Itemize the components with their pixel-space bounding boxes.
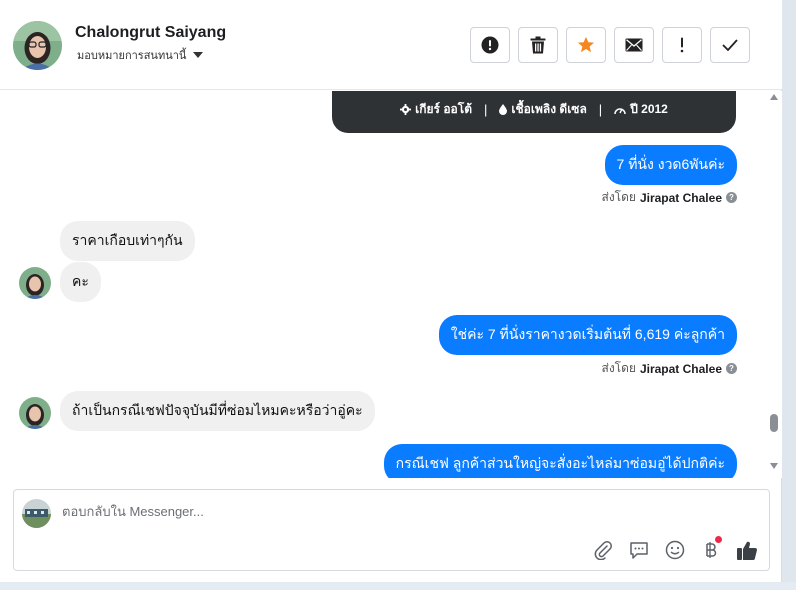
message-incoming[interactable]: ถ้าเป็นกรณีเชฟปัจจุบันมีที่ซ่อมไหมคะหรือ…	[60, 391, 375, 431]
payment-button[interactable]	[698, 536, 723, 562]
messenger-panel: Chalongrut Saiyang มอบหมายการสนทนานี้ เก…	[0, 0, 782, 590]
important-button[interactable]	[662, 27, 702, 63]
reply-input[interactable]	[62, 504, 662, 519]
saved-replies-button[interactable]	[626, 538, 651, 562]
fuel-drop-icon	[499, 104, 508, 115]
reply-composer	[13, 489, 770, 571]
assign-label: มอบหมายการสนทนานี้	[77, 50, 187, 62]
email-button[interactable]	[614, 27, 654, 63]
gear-icon	[400, 104, 412, 115]
contact-avatar-small[interactable]	[19, 267, 51, 299]
spec-divider: |	[484, 102, 488, 117]
star-button[interactable]	[566, 27, 606, 63]
message-thread[interactable]: เกียร์ ออโต้ | เชื้อเพลิง ดีเซล | ปี 201…	[0, 91, 766, 478]
contact-avatar[interactable]	[13, 21, 62, 70]
message-incoming[interactable]: ราคาเกือบเท่าๆกัน	[60, 221, 195, 261]
message-outgoing[interactable]: 7 ที่นั่ง งวด6พันค่ะ	[604, 145, 737, 185]
smiley-icon	[665, 540, 684, 560]
like-button[interactable]	[734, 538, 759, 562]
paperclip-icon	[594, 541, 612, 560]
exclamation-icon	[680, 37, 684, 53]
page-background	[0, 582, 796, 590]
gear-spec: เกียร์ ออโต้	[400, 100, 472, 119]
chat-bubble-icon	[629, 541, 648, 559]
scroll-down-arrow-icon[interactable]	[770, 463, 778, 469]
scrollbar-thumb[interactable]	[770, 414, 778, 432]
message-incoming[interactable]: คะ	[60, 262, 101, 302]
baht-icon	[705, 542, 716, 558]
scroll-up-arrow-icon[interactable]	[770, 94, 778, 100]
envelope-icon	[625, 38, 643, 52]
thumbs-up-icon	[736, 541, 757, 560]
thread-scrollbar[interactable]	[766, 91, 782, 478]
check-icon	[722, 39, 738, 51]
done-button[interactable]	[710, 27, 750, 63]
page-background	[782, 0, 796, 590]
contact-name[interactable]: Chalongrut Saiyang	[75, 24, 226, 42]
help-icon[interactable]: ?	[726, 363, 737, 374]
notification-dot	[715, 536, 722, 543]
conversation-header: Chalongrut Saiyang มอบหมายการสนทนานี้	[0, 0, 782, 90]
message-outgoing[interactable]: กรณีเชฟ ลูกค้าส่วนใหญ่จะสั่งอะไหล่มาซ่อม…	[383, 444, 737, 478]
fuel-spec: เชื้อเพลิง ดีเซล	[499, 100, 587, 119]
speedometer-icon	[614, 107, 626, 114]
assign-conversation-dropdown[interactable]: มอบหมายการสนทนานี้	[77, 46, 204, 64]
composer-actions	[590, 536, 759, 562]
trash-icon	[530, 36, 546, 54]
attach-button[interactable]	[590, 538, 615, 562]
contact-avatar-small[interactable]	[19, 397, 51, 429]
conversation-toolbar	[470, 27, 750, 63]
delete-button[interactable]	[518, 27, 558, 63]
message-outgoing[interactable]: ใช่ค่ะ 7 ที่นั่งราคางวดเริ่มต้นที่ 6,619…	[438, 315, 737, 355]
emoji-button[interactable]	[662, 538, 687, 562]
spec-divider: |	[598, 102, 603, 117]
report-button[interactable]	[470, 27, 510, 63]
vehicle-card[interactable]: เกียร์ ออโต้ | เชื้อเพลิง ดีเซล | ปี 201…	[332, 91, 736, 133]
sent-by-label: ส่งโดย Jirapat Chalee ?	[602, 188, 737, 207]
sent-by-label: ส่งโดย Jirapat Chalee ?	[602, 359, 737, 378]
caret-down-icon	[193, 52, 204, 58]
year-spec: ปี 2012	[614, 100, 668, 119]
help-icon[interactable]: ?	[726, 192, 737, 203]
page-avatar	[22, 499, 51, 528]
alert-circle-icon	[481, 36, 499, 54]
vehicle-specs: เกียร์ ออโต้ | เชื้อเพลิง ดีเซล | ปี 201…	[332, 100, 736, 119]
star-icon	[577, 36, 595, 53]
